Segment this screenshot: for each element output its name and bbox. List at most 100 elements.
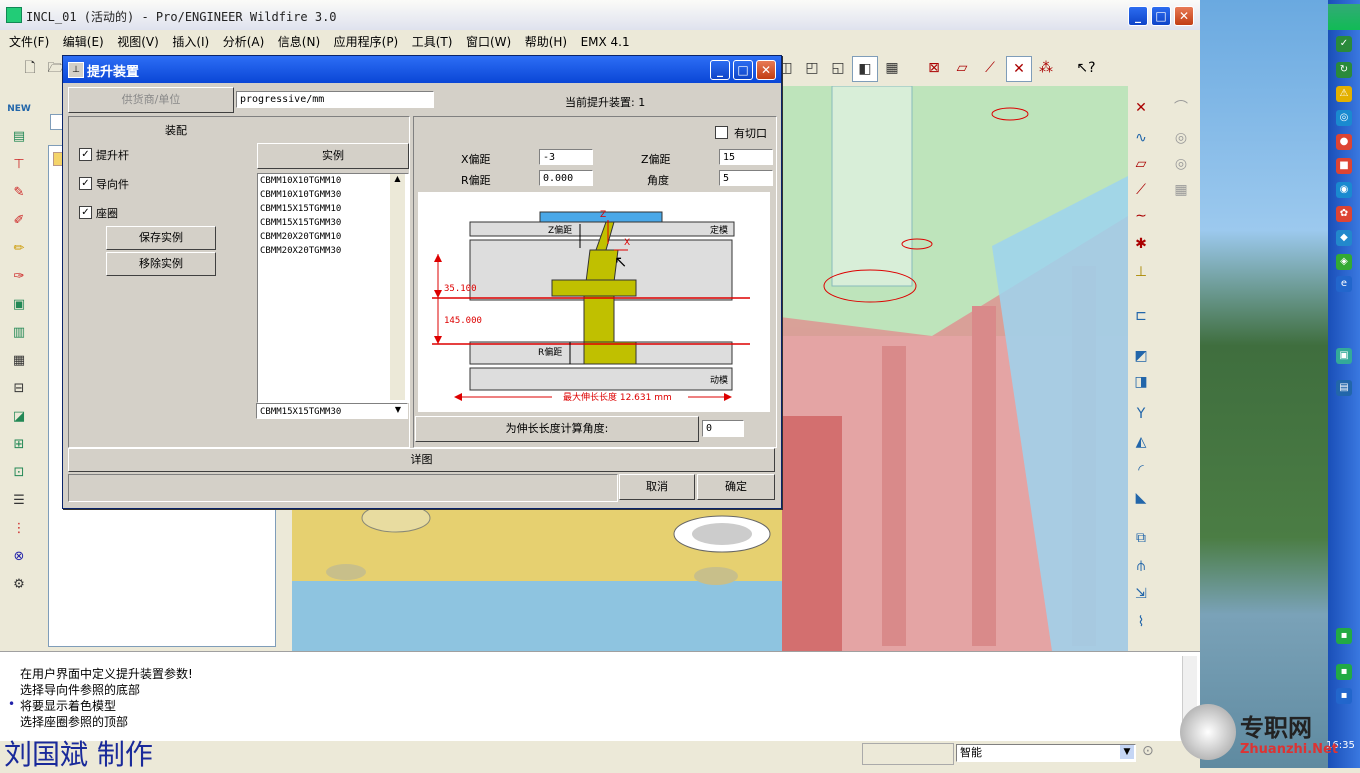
save-view-icon[interactable]: ▦ (880, 56, 904, 80)
check-icon[interactable]: ⊗ (6, 546, 32, 568)
tray-icon-b[interactable]: ▪ (1336, 664, 1352, 680)
grid-icon[interactable]: ▦ (1168, 178, 1194, 202)
axis-display-icon[interactable]: ⟋ (978, 56, 1002, 80)
chat-icon[interactable]: ◆ (1336, 230, 1352, 246)
datum-point-icon[interactable]: ✕ (1128, 96, 1154, 120)
screw-icon[interactable]: ✎ (6, 182, 32, 204)
help-context-icon[interactable]: ↖? (1074, 56, 1098, 80)
plate-icon[interactable]: ◪ (6, 406, 32, 428)
draft-icon[interactable]: ◣ (1128, 486, 1154, 510)
shield-icon[interactable]: ✓ (1336, 36, 1352, 52)
r-offset-field[interactable]: 0.000 (539, 170, 593, 186)
axis-icon[interactable]: ⟋ (1128, 178, 1154, 202)
table-icon[interactable]: ▦ (6, 350, 32, 372)
mold-base-icon[interactable]: ▤ (6, 126, 32, 148)
dialog-close-button[interactable]: ✕ (756, 60, 776, 80)
csys-icon[interactable]: ⊥ (1128, 260, 1154, 284)
extrude-icon[interactable]: ◩ (1128, 344, 1154, 368)
guide-checkbox[interactable]: ✓ (79, 177, 92, 190)
shell-icon[interactable]: ◭ (1128, 430, 1154, 454)
angle-field[interactable]: 5 (719, 170, 773, 186)
component-icon[interactable]: ⊡ (6, 462, 32, 484)
settings-icon[interactable]: ⚙ (6, 574, 32, 596)
drawing-icon[interactable]: ⋮ (6, 518, 32, 540)
analysis-icon[interactable]: ⊏ (1128, 304, 1154, 328)
dowel-icon[interactable]: ✏ (6, 238, 32, 260)
bom-icon[interactable]: ☰ (6, 490, 32, 512)
app-icon[interactable]: ■ (1336, 158, 1352, 174)
surface-icon[interactable]: ⌇ (1128, 610, 1154, 634)
compute-angle-field[interactable]: 0 (702, 420, 744, 437)
menu-edit[interactable]: 编辑(E) (58, 30, 109, 53)
has-cut-checkbox[interactable] (715, 126, 728, 139)
slider-icon[interactable]: ▣ (6, 294, 32, 316)
supplier-unit-button[interactable]: 供货商/单位 (68, 87, 234, 113)
csys-display-icon[interactable]: ⁂ (1034, 56, 1058, 80)
point-icon[interactable]: ✱ (1128, 232, 1154, 256)
list-item[interactable]: CBMM15X15TGMM30 (258, 216, 408, 230)
new-icon[interactable]: NEW (6, 98, 32, 120)
taskbar-proe-icon[interactable]: ▤ (1336, 380, 1352, 396)
x-offset-field[interactable]: -3 (539, 149, 593, 165)
instance-select[interactable]: CBMM15X15TGMM30 (256, 403, 408, 419)
ok-button[interactable]: 确定 (697, 474, 775, 500)
hidden-line-icon[interactable]: ◰ (800, 56, 824, 80)
flower-icon[interactable]: ✿ (1336, 206, 1352, 222)
chevron-down-icon[interactable]: ▼ (1120, 745, 1134, 759)
move-icon[interactable]: ⇲ (1128, 582, 1154, 606)
list-item[interactable]: CBMM15X15TGMM10 (258, 202, 408, 216)
dialog-minimize-button[interactable]: _ (710, 60, 730, 80)
warning-icon[interactable]: ⚠ (1336, 86, 1352, 102)
filter-select[interactable]: 智能 (956, 744, 1136, 762)
menu-applications[interactable]: 应用程序(P) (329, 30, 404, 53)
rib-icon[interactable]: ◜ (1128, 458, 1154, 482)
chevron-down-icon[interactable]: ▼ (391, 405, 405, 417)
mirror-icon[interactable]: ⫛ (1128, 554, 1154, 578)
copy-icon[interactable]: ⧉ (1128, 526, 1154, 550)
menu-insert[interactable]: 插入(I) (167, 30, 214, 53)
menu-emx[interactable]: EMX 4.1 (576, 32, 635, 52)
remove-instance-button[interactable]: 移除实例 (106, 252, 216, 276)
close-button[interactable]: ✕ (1174, 6, 1194, 26)
revolve-icon[interactable]: ◨ (1128, 370, 1154, 394)
dialog-maximize-button[interactable]: □ (733, 60, 753, 80)
shading-icon[interactable]: ◧ (852, 56, 878, 82)
curve-icon[interactable]: ∼ (1128, 204, 1154, 228)
plane-icon[interactable]: ▱ (1128, 152, 1154, 176)
tray-icon-a[interactable]: ▪ (1336, 628, 1352, 644)
menu-info[interactable]: 信息(N) (273, 30, 325, 53)
new-file-icon[interactable]: 🗋 (18, 56, 42, 80)
list-item[interactable]: CBMM20X20TGMM30 (258, 244, 408, 258)
list-item[interactable]: CBMM20X20TGMM10 (258, 230, 408, 244)
z-offset-field[interactable]: 15 (719, 149, 773, 165)
pattern-icon[interactable]: ◎ (1168, 152, 1194, 176)
lifter-icon[interactable]: ▥ (6, 322, 32, 344)
chamfer-icon[interactable]: ◎ (1168, 126, 1194, 150)
menu-file[interactable]: 文件(F) (4, 30, 54, 53)
detail-button[interactable]: 详图 (68, 448, 775, 472)
menu-window[interactable]: 窗口(W) (461, 30, 516, 53)
tray-icon-c[interactable]: ▪ (1336, 688, 1352, 704)
cancel-button[interactable]: 取消 (619, 474, 695, 500)
minimize-button[interactable]: _ (1128, 6, 1148, 26)
taskbar-app-icon[interactable]: ▣ (1336, 348, 1352, 364)
menu-tools[interactable]: 工具(T) (407, 30, 458, 53)
instance-button[interactable]: 实例 (257, 143, 409, 169)
lift-rod-checkbox[interactable]: ✓ (79, 148, 92, 161)
maximize-button[interactable]: □ (1151, 6, 1171, 26)
ie-icon[interactable]: e (1336, 276, 1352, 292)
db-icon[interactable]: ⊟ (6, 378, 32, 400)
datum-display-icon[interactable]: ⊠ (922, 56, 946, 80)
no-hidden-icon[interactable]: ◱ (826, 56, 850, 80)
compute-angle-button[interactable]: 为伸长长度计算角度: (415, 416, 699, 442)
seat-ring-checkbox[interactable]: ✓ (79, 206, 92, 219)
menu-analysis[interactable]: 分析(A) (218, 30, 270, 53)
round-icon[interactable]: ⌒ (1168, 96, 1194, 120)
list-item[interactable]: CBMM10X10TGMM30 (258, 188, 408, 202)
sketch-icon[interactable]: ∿ (1128, 126, 1154, 150)
globe-icon[interactable]: ◉ (1336, 182, 1352, 198)
menu-help[interactable]: 帮助(H) (520, 30, 572, 53)
pin-icon[interactable]: ✐ (6, 210, 32, 232)
cooling-icon[interactable]: ✑ (6, 266, 32, 288)
list-item[interactable]: CBMM10X10TGMM10 (258, 174, 408, 188)
